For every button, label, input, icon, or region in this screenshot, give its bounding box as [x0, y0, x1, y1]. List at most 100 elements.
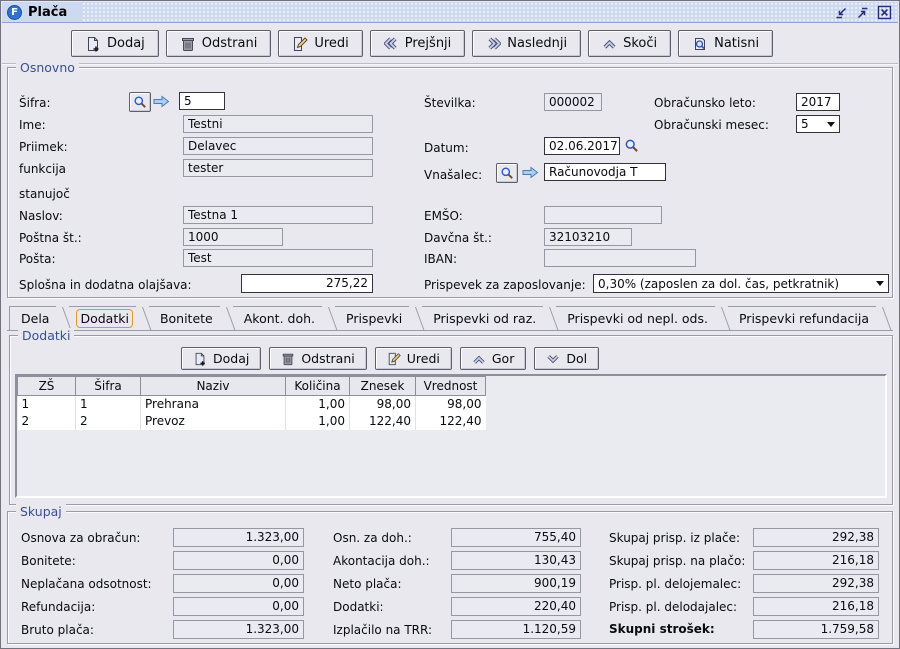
button-label: Dodaj: [213, 351, 249, 366]
neto-placa-label: Neto plača:: [333, 577, 402, 591]
col-header-vrednost[interactable]: Vrednost: [416, 377, 486, 396]
toolbar-button-odstrani[interactable]: Odstrani: [166, 30, 272, 57]
col-header-sifra[interactable]: Šifra: [76, 377, 141, 396]
olajsava-field[interactable]: 275,22: [241, 274, 373, 293]
skupni-strosek-value: 1.759,58: [753, 620, 879, 639]
ime-label: Ime:: [19, 118, 46, 132]
maximize-button[interactable]: [853, 4, 872, 21]
button-label: Odstrani: [301, 351, 354, 366]
cell-vrednost: 122,40: [416, 413, 486, 430]
mesec-value: 5: [801, 117, 809, 131]
sifra-search-button[interactable]: [129, 92, 151, 112]
priimek-field: Delavec: [183, 137, 373, 155]
vnasalec-search-button[interactable]: [496, 163, 518, 183]
dodatki-button-gor[interactable]: Gor: [460, 347, 526, 370]
group-osnovno-legend: Osnovno: [16, 60, 79, 75]
dodatki-button-dol[interactable]: Dol: [534, 347, 599, 370]
chevron-down-icon: [876, 281, 884, 286]
izplacilo-na-trr-value: 1.120,59: [451, 620, 581, 639]
toolbar-button-dodaj[interactable]: Dodaj: [71, 30, 159, 57]
arrow-right-icon: [153, 94, 170, 109]
titlebar[interactable]: F Plača: [2, 2, 898, 23]
leto-label: Obračunsko leto:: [654, 96, 756, 110]
akontacija-doh-label: Akontacija doh.:: [333, 554, 430, 568]
toolbar-button-uredi[interactable]: Uredi: [278, 30, 362, 57]
bonitete-label: Bonitete:: [21, 554, 76, 568]
dodatki-button-dodaj[interactable]: Dodaj: [181, 347, 261, 370]
app-logo-icon: F: [7, 5, 22, 20]
bruto-placa-value: 1.323,00: [173, 620, 304, 639]
neplacana-odsotnost-value: 0,00: [173, 574, 304, 593]
edit-icon: [387, 352, 401, 366]
cell-naziv: Prevoz: [141, 413, 286, 430]
tab-prispevki-od-nepl-ods[interactable]: Prispevki od nepl. ods.: [556, 306, 715, 330]
button-label: Dol: [566, 351, 587, 366]
col-header-zs[interactable]: ZŠ: [18, 377, 76, 396]
cell-sifra: 2: [76, 413, 141, 430]
button-label: Odstrani: [202, 36, 258, 51]
datum-label: Datum:: [424, 141, 469, 155]
cell-kolicina: 1,00: [286, 396, 350, 413]
tab-prispevki[interactable]: Prispevki: [335, 306, 409, 330]
datum-search-icon[interactable]: [624, 138, 639, 153]
toolbar: Dodaj Odstrani Uredi Prejšnji Naslednji: [2, 24, 898, 64]
akontacija-doh-value: 130,43: [451, 551, 581, 570]
close-button[interactable]: [875, 4, 894, 21]
cell-sifra: 1: [76, 396, 141, 413]
col-header-naziv[interactable]: Naziv: [141, 377, 286, 396]
search-icon: [500, 166, 514, 180]
toolbar-button-natisni[interactable]: Natisni: [678, 30, 773, 57]
tab-prispevki-refundacija[interactable]: Prispevki refundacija: [728, 306, 876, 330]
refundacija-value: 0,00: [173, 597, 304, 616]
toolbar-button-skoci[interactable]: Skoči: [588, 30, 671, 57]
dodatki-button-uredi[interactable]: Uredi: [375, 347, 452, 370]
cell-naziv: Prehrana: [141, 396, 286, 413]
neplacana-odsotnost-label: Neplačana odsotnost:: [21, 577, 152, 591]
table-row[interactable]: 2 2 Prevoz 1,00 122,40 122,40: [18, 413, 486, 430]
sifra-field[interactable]: 5: [179, 92, 225, 110]
print-preview-icon: [692, 36, 708, 52]
title-chip: F Plača: [2, 2, 81, 22]
chevron-down-icon: [827, 122, 835, 127]
dodatki-sum-label: Dodatki:: [333, 600, 384, 614]
tab-dela[interactable]: Dela: [9, 306, 56, 330]
postna-label: Poštna št.:: [19, 231, 82, 245]
mesec-label: Obračunski mesec:: [654, 118, 769, 132]
col-header-kolicina[interactable]: Količina: [286, 377, 350, 396]
toolbar-button-prejsnji[interactable]: Prejšnji: [370, 30, 466, 57]
tab-prispevki-od-raz[interactable]: Prispevki od raz.: [422, 306, 543, 330]
datum-field[interactable]: 02.06.2017: [544, 137, 620, 155]
posta-label: Pošta:: [19, 252, 56, 266]
iban-label: IBAN:: [424, 252, 457, 266]
tab-akont-doh[interactable]: Akont. doh.: [233, 306, 322, 330]
tab-dodatki[interactable]: Dodatki: [69, 306, 135, 330]
group-skupaj-legend: Skupaj: [16, 504, 66, 519]
minimize-icon: [834, 6, 848, 20]
bruto-placa-label: Bruto plača:: [21, 623, 94, 637]
skupaj-prisp-na-placo-value: 216,18: [753, 551, 879, 570]
button-label: Naslednji: [507, 36, 567, 51]
group-dodatki-legend: Dodatki: [18, 328, 74, 343]
col-header-znesek[interactable]: Znesek: [350, 377, 416, 396]
button-label: Uredi: [314, 36, 348, 51]
mesec-dropdown[interactable]: 5: [796, 115, 840, 133]
table-row[interactable]: 1 1 Prehrana 1,00 98,00 98,00: [18, 396, 486, 413]
bonitete-value: 0,00: [173, 551, 304, 570]
naslov-field: Testna 1: [183, 206, 373, 224]
chevrons-up-icon: [602, 36, 617, 51]
prisp-pl-delojemalec-label: Prisp. pl. delojemalec:: [609, 577, 741, 591]
leto-field[interactable]: 2017: [796, 93, 840, 111]
dodatki-button-odstrani[interactable]: Odstrani: [269, 347, 366, 370]
davcna-field: 32103210: [544, 228, 632, 246]
cell-zs: 1: [18, 396, 76, 413]
naslov-label: Naslov:: [19, 209, 63, 223]
cell-znesek: 98,00: [350, 396, 416, 413]
tab-bonitete[interactable]: Bonitete: [149, 306, 220, 330]
vnasalec-field[interactable]: Računovodja T: [544, 163, 666, 181]
button-label: Gor: [492, 351, 514, 366]
toolbar-button-naslednji[interactable]: Naslednji: [472, 30, 581, 57]
add-document-icon: [193, 352, 207, 366]
postna-field: 1000: [183, 228, 283, 246]
prispevek-dropdown[interactable]: 0,30% (zaposlen za dol. čas, petkratnik): [593, 274, 889, 293]
minimize-button[interactable]: [831, 4, 850, 21]
